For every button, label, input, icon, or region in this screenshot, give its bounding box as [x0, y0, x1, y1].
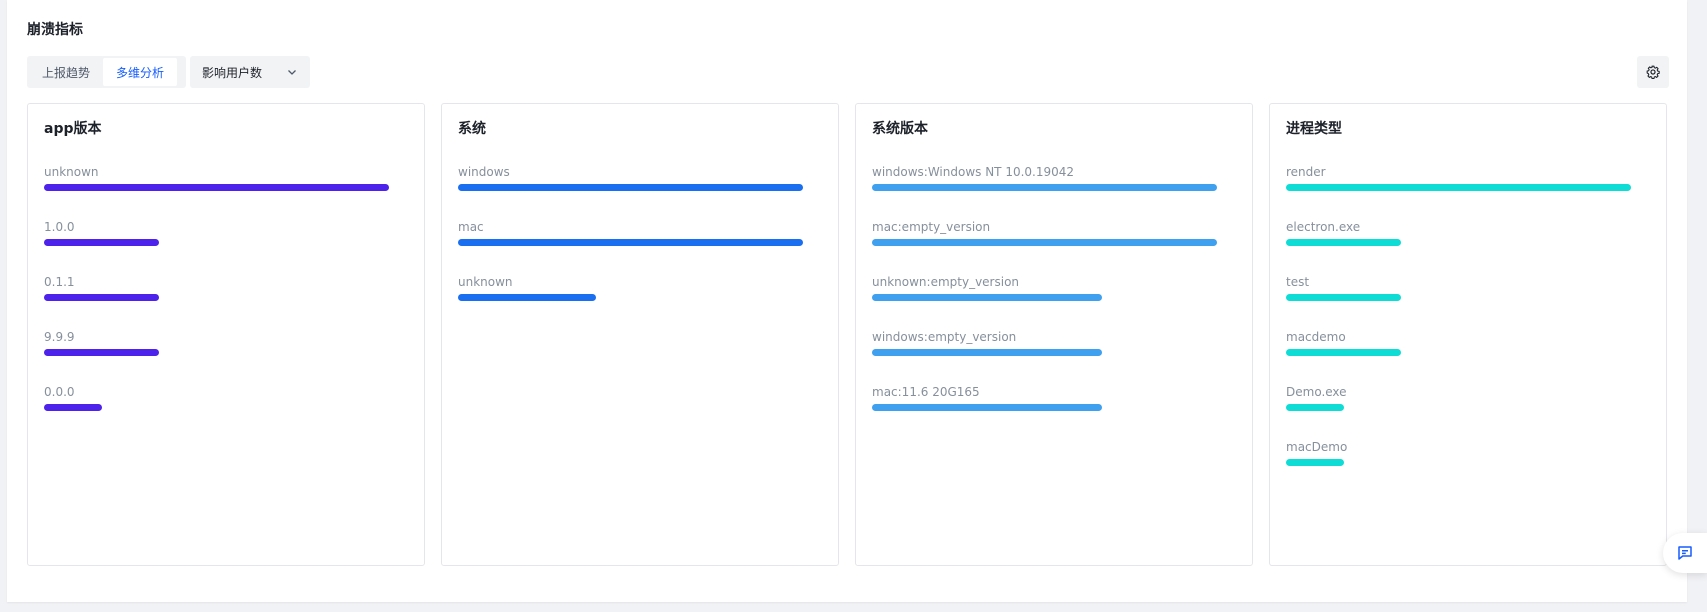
card-title: 系统版本 [872, 121, 928, 137]
item-label: 0.1.1 [44, 275, 75, 289]
item-bar [872, 404, 1102, 411]
settings-button[interactable] [1637, 56, 1669, 88]
item-bar [872, 294, 1102, 301]
item-label: Demo.exe [1286, 385, 1347, 399]
item-label: macdemo [1286, 330, 1346, 344]
item-label: unknown:empty_version [872, 275, 1020, 289]
card-title: app版本 [44, 121, 102, 137]
item-label: 0.0.0 [44, 385, 75, 399]
item-label: windows [458, 165, 510, 179]
list-item[interactable]: windows [458, 165, 803, 191]
item-bar [872, 184, 1217, 191]
item-label: test [1286, 275, 1310, 289]
item-label: windows:Windows NT 10.0.19042 [872, 165, 1075, 179]
item-bar [1286, 404, 1344, 411]
item-label: electron.exe [1286, 220, 1361, 234]
list-item[interactable]: Demo.exe [1286, 385, 1631, 411]
item-bar [458, 294, 596, 301]
dimension-card: 系统版本 windows:Windows NT 10.0.19042 mac:emp… [855, 103, 1253, 566]
list-item[interactable]: 1.0.0 [44, 220, 389, 246]
item-bar [1286, 459, 1344, 466]
view-tabs: 上报趋势 多维分析 [27, 56, 186, 88]
list-item[interactable]: unknown [44, 165, 389, 191]
list-item[interactable]: mac:11.6 20G165 [872, 385, 1217, 411]
list-item[interactable]: test [1286, 275, 1631, 301]
card-title: 系统 [458, 121, 486, 137]
item-bar [872, 239, 1217, 246]
item-bar [1286, 349, 1401, 356]
list-item[interactable]: macDemo [1286, 440, 1631, 466]
item-bar [44, 184, 389, 191]
item-bar [458, 239, 803, 246]
list-item[interactable]: windows:empty_version [872, 330, 1217, 356]
item-label: windows:empty_version [872, 330, 1017, 344]
list-item[interactable]: macdemo [1286, 330, 1631, 356]
tab-multi-dimension[interactable]: 多维分析 [103, 58, 177, 86]
item-bar [1286, 184, 1631, 191]
feedback-button[interactable] [1663, 533, 1707, 573]
section-title: 崩溃指标 [27, 22, 83, 38]
item-label: mac [458, 220, 484, 234]
list-item[interactable]: mac:empty_version [872, 220, 1217, 246]
list-item[interactable]: render [1286, 165, 1631, 191]
item-label: render [1286, 165, 1326, 179]
dimension-card: app版本 unknown 1.0.0 0.1.1 9.9.9 0.0.0 [27, 103, 425, 566]
list-item[interactable]: 0.1.1 [44, 275, 389, 301]
list-item[interactable]: mac [458, 220, 803, 246]
item-label: 1.0.0 [44, 220, 75, 234]
list-item[interactable]: electron.exe [1286, 220, 1631, 246]
dimension-card: 系统 windows mac unknown [441, 103, 839, 566]
item-bar [458, 184, 803, 191]
metric-select[interactable]: 影响用户数 [190, 56, 310, 88]
list-item[interactable]: unknown:empty_version [872, 275, 1217, 301]
crash-metrics-panel: 崩溃指标 上报趋势 多维分析 影响用户数 app版本 unknown 1.0.0 0.… [7, 0, 1687, 602]
item-bar [1286, 239, 1401, 246]
item-label: macDemo [1286, 440, 1348, 454]
item-label: unknown [44, 165, 99, 179]
item-bar [44, 239, 159, 246]
item-label: mac:empty_version [872, 220, 991, 234]
message-icon [1678, 546, 1692, 560]
tab-trend[interactable]: 上报趋势 [29, 58, 103, 86]
item-bar [44, 349, 159, 356]
card-title: 进程类型 [1286, 121, 1342, 137]
item-label: mac:11.6 20G165 [872, 385, 980, 399]
chevron-down-icon [288, 70, 296, 75]
item-label: 9.9.9 [44, 330, 75, 344]
item-bar [1286, 294, 1401, 301]
metric-select-value: 影响用户数 [202, 65, 263, 80]
list-item[interactable]: 9.9.9 [44, 330, 389, 356]
item-label: unknown [458, 275, 513, 289]
list-item[interactable]: windows:Windows NT 10.0.19042 [872, 165, 1217, 191]
list-item[interactable]: 0.0.0 [44, 385, 389, 411]
gear-icon [1646, 65, 1660, 79]
list-item[interactable]: unknown [458, 275, 803, 301]
item-bar [44, 294, 159, 301]
item-bar [872, 349, 1102, 356]
item-bar [44, 404, 102, 411]
dimension-card: 进程类型 render electron.exe test macdemo Demo.ex… [1269, 103, 1667, 566]
